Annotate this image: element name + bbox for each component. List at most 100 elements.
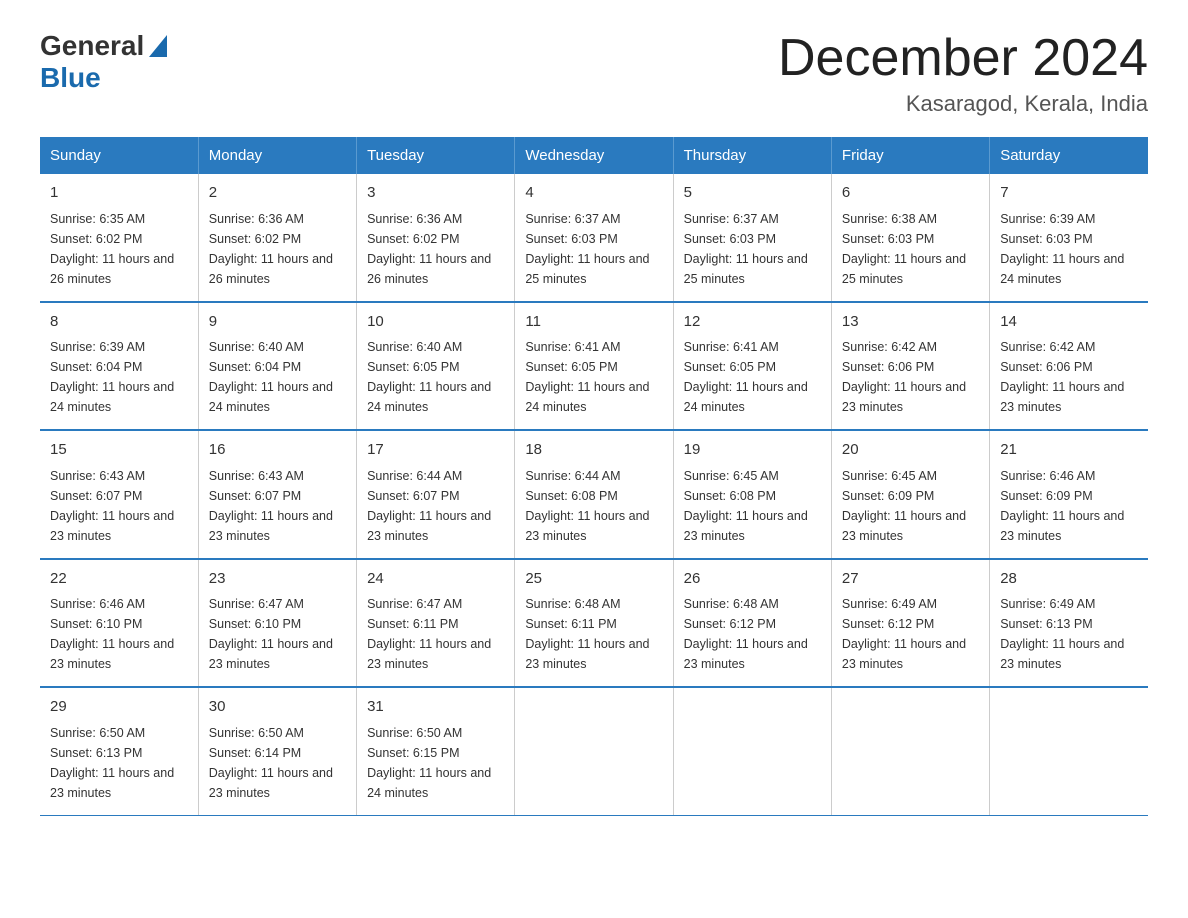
day-info: Sunrise: 6:50 AM Sunset: 6:13 PM Dayligh… — [50, 723, 188, 803]
sunset-label: Sunset: 6:10 PM — [50, 617, 142, 631]
calendar-week-3: 15 Sunrise: 6:43 AM Sunset: 6:07 PM Dayl… — [40, 430, 1148, 559]
daylight-label: Daylight: 11 hours and 23 minutes — [684, 509, 808, 543]
sunrise-label: Sunrise: 6:36 AM — [209, 212, 304, 226]
day-info: Sunrise: 6:47 AM Sunset: 6:10 PM Dayligh… — [209, 594, 346, 674]
calendar-body: 1 Sunrise: 6:35 AM Sunset: 6:02 PM Dayli… — [40, 174, 1148, 815]
calendar-week-1: 1 Sunrise: 6:35 AM Sunset: 6:02 PM Dayli… — [40, 174, 1148, 302]
day-number: 11 — [525, 311, 662, 334]
calendar-week-4: 22 Sunrise: 6:46 AM Sunset: 6:10 PM Dayl… — [40, 559, 1148, 688]
daylight-label: Daylight: 11 hours and 23 minutes — [842, 380, 966, 414]
sunset-label: Sunset: 6:04 PM — [50, 360, 142, 374]
daylight-label: Daylight: 11 hours and 23 minutes — [684, 637, 808, 671]
day-number: 6 — [842, 182, 979, 205]
daylight-label: Daylight: 11 hours and 26 minutes — [209, 252, 333, 286]
calendar-cell: 3 Sunrise: 6:36 AM Sunset: 6:02 PM Dayli… — [357, 174, 515, 302]
daylight-label: Daylight: 11 hours and 24 minutes — [367, 766, 491, 800]
day-info: Sunrise: 6:42 AM Sunset: 6:06 PM Dayligh… — [1000, 337, 1138, 417]
daylight-label: Daylight: 11 hours and 23 minutes — [50, 509, 174, 543]
month-title: December 2024 — [778, 30, 1148, 87]
sunset-label: Sunset: 6:06 PM — [842, 360, 934, 374]
col-monday: Monday — [198, 137, 356, 174]
calendar-cell: 26 Sunrise: 6:48 AM Sunset: 6:12 PM Dayl… — [673, 559, 831, 688]
calendar-table: Sunday Monday Tuesday Wednesday Thursday… — [40, 137, 1148, 816]
sunset-label: Sunset: 6:05 PM — [684, 360, 776, 374]
sunset-label: Sunset: 6:07 PM — [209, 489, 301, 503]
sunrise-label: Sunrise: 6:50 AM — [50, 726, 145, 740]
location: Kasaragod, Kerala, India — [778, 91, 1148, 117]
calendar-cell: 8 Sunrise: 6:39 AM Sunset: 6:04 PM Dayli… — [40, 302, 198, 431]
daylight-label: Daylight: 11 hours and 23 minutes — [842, 637, 966, 671]
sunrise-label: Sunrise: 6:43 AM — [50, 469, 145, 483]
daylight-label: Daylight: 11 hours and 23 minutes — [525, 637, 649, 671]
day-number: 24 — [367, 568, 504, 591]
day-number: 2 — [209, 182, 346, 205]
day-number: 28 — [1000, 568, 1138, 591]
calendar-cell: 7 Sunrise: 6:39 AM Sunset: 6:03 PM Dayli… — [990, 174, 1148, 302]
day-info: Sunrise: 6:36 AM Sunset: 6:02 PM Dayligh… — [367, 209, 504, 289]
day-info: Sunrise: 6:41 AM Sunset: 6:05 PM Dayligh… — [525, 337, 662, 417]
calendar-cell — [673, 687, 831, 815]
sunset-label: Sunset: 6:09 PM — [1000, 489, 1092, 503]
calendar-cell: 6 Sunrise: 6:38 AM Sunset: 6:03 PM Dayli… — [831, 174, 989, 302]
sunset-label: Sunset: 6:07 PM — [367, 489, 459, 503]
day-number: 31 — [367, 696, 504, 719]
calendar-cell: 23 Sunrise: 6:47 AM Sunset: 6:10 PM Dayl… — [198, 559, 356, 688]
daylight-label: Daylight: 11 hours and 25 minutes — [684, 252, 808, 286]
sunset-label: Sunset: 6:02 PM — [209, 232, 301, 246]
day-info: Sunrise: 6:45 AM Sunset: 6:08 PM Dayligh… — [684, 466, 821, 546]
day-info: Sunrise: 6:40 AM Sunset: 6:05 PM Dayligh… — [367, 337, 504, 417]
day-number: 17 — [367, 439, 504, 462]
sunset-label: Sunset: 6:08 PM — [684, 489, 776, 503]
sunset-label: Sunset: 6:07 PM — [50, 489, 142, 503]
day-number: 3 — [367, 182, 504, 205]
calendar-cell: 25 Sunrise: 6:48 AM Sunset: 6:11 PM Dayl… — [515, 559, 673, 688]
day-info: Sunrise: 6:47 AM Sunset: 6:11 PM Dayligh… — [367, 594, 504, 674]
daylight-label: Daylight: 11 hours and 24 minutes — [525, 380, 649, 414]
day-info: Sunrise: 6:49 AM Sunset: 6:12 PM Dayligh… — [842, 594, 979, 674]
day-number: 22 — [50, 568, 188, 591]
day-number: 27 — [842, 568, 979, 591]
daylight-label: Daylight: 11 hours and 23 minutes — [209, 637, 333, 671]
sunrise-label: Sunrise: 6:35 AM — [50, 212, 145, 226]
daylight-label: Daylight: 11 hours and 24 minutes — [684, 380, 808, 414]
sunrise-label: Sunrise: 6:46 AM — [50, 597, 145, 611]
day-info: Sunrise: 6:46 AM Sunset: 6:10 PM Dayligh… — [50, 594, 188, 674]
calendar-cell — [515, 687, 673, 815]
sunset-label: Sunset: 6:03 PM — [525, 232, 617, 246]
day-info: Sunrise: 6:38 AM Sunset: 6:03 PM Dayligh… — [842, 209, 979, 289]
day-number: 23 — [209, 568, 346, 591]
day-info: Sunrise: 6:43 AM Sunset: 6:07 PM Dayligh… — [209, 466, 346, 546]
sunrise-label: Sunrise: 6:37 AM — [684, 212, 779, 226]
day-number: 13 — [842, 311, 979, 334]
day-number: 25 — [525, 568, 662, 591]
logo-triangle-icon — [149, 35, 167, 57]
day-info: Sunrise: 6:39 AM Sunset: 6:04 PM Dayligh… — [50, 337, 188, 417]
day-info: Sunrise: 6:41 AM Sunset: 6:05 PM Dayligh… — [684, 337, 821, 417]
day-number: 20 — [842, 439, 979, 462]
sunrise-label: Sunrise: 6:40 AM — [367, 340, 462, 354]
day-info: Sunrise: 6:36 AM Sunset: 6:02 PM Dayligh… — [209, 209, 346, 289]
day-number: 14 — [1000, 311, 1138, 334]
day-info: Sunrise: 6:49 AM Sunset: 6:13 PM Dayligh… — [1000, 594, 1138, 674]
calendar-cell: 10 Sunrise: 6:40 AM Sunset: 6:05 PM Dayl… — [357, 302, 515, 431]
calendar-cell: 31 Sunrise: 6:50 AM Sunset: 6:15 PM Dayl… — [357, 687, 515, 815]
sunset-label: Sunset: 6:11 PM — [367, 617, 459, 631]
calendar-header: Sunday Monday Tuesday Wednesday Thursday… — [40, 137, 1148, 174]
sunset-label: Sunset: 6:15 PM — [367, 746, 459, 760]
calendar-cell: 24 Sunrise: 6:47 AM Sunset: 6:11 PM Dayl… — [357, 559, 515, 688]
day-info: Sunrise: 6:50 AM Sunset: 6:15 PM Dayligh… — [367, 723, 504, 803]
daylight-label: Daylight: 11 hours and 24 minutes — [367, 380, 491, 414]
sunrise-label: Sunrise: 6:40 AM — [209, 340, 304, 354]
header-row: Sunday Monday Tuesday Wednesday Thursday… — [40, 137, 1148, 174]
day-info: Sunrise: 6:42 AM Sunset: 6:06 PM Dayligh… — [842, 337, 979, 417]
day-number: 5 — [684, 182, 821, 205]
sunset-label: Sunset: 6:05 PM — [525, 360, 617, 374]
col-sunday: Sunday — [40, 137, 198, 174]
col-friday: Friday — [831, 137, 989, 174]
sunrise-label: Sunrise: 6:37 AM — [525, 212, 620, 226]
day-number: 10 — [367, 311, 504, 334]
sunrise-label: Sunrise: 6:43 AM — [209, 469, 304, 483]
daylight-label: Daylight: 11 hours and 23 minutes — [525, 509, 649, 543]
day-number: 19 — [684, 439, 821, 462]
sunrise-label: Sunrise: 6:44 AM — [525, 469, 620, 483]
